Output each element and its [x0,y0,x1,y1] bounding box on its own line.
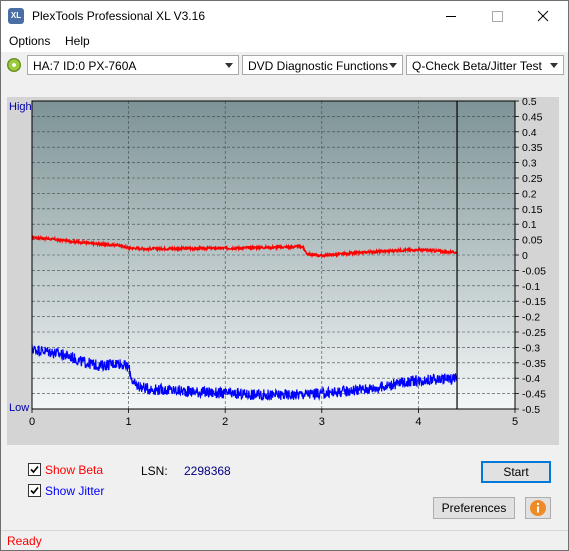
y-tick-label: -0.15 [522,296,546,308]
start-button[interactable]: Start [481,461,551,483]
maximize-icon [492,11,503,22]
close-button[interactable] [520,1,566,31]
y-axis-high-label: High [9,101,32,113]
status-text: Ready [7,534,42,548]
app-logo-icon: XL [8,8,24,24]
y-tick-label: -0.1 [522,281,540,293]
info-icon [530,500,546,516]
disc-drive-icon [7,58,21,72]
chevron-down-icon [550,63,558,68]
y-tick-label: 0.5 [522,97,537,108]
y-tick-label: -0.45 [522,389,546,401]
y-tick-label: 0.05 [522,235,543,247]
menu-options[interactable]: Options [9,34,50,48]
drive-select[interactable]: HA:7 ID:0 PX-760A [27,55,239,75]
main-window: XL PlexTools Professional XL V3.16 Optio… [0,0,569,551]
x-tick-label: 5 [512,416,518,428]
x-tick-label: 1 [126,416,132,428]
test-select[interactable]: Q-Check Beta/Jitter Test [406,55,564,75]
y-tick-label: 0.15 [522,204,543,216]
x-tick-label: 4 [415,416,421,428]
y-axis-low-label: Low [9,402,29,414]
function-select[interactable]: DVD Diagnostic Functions [242,55,403,75]
y-tick-label: 0.35 [522,142,543,154]
close-icon [537,10,549,22]
show-jitter-label[interactable]: Show Jitter [45,484,104,498]
checkmark-icon [30,486,39,495]
chevron-down-icon [389,63,397,68]
minimize-button[interactable] [428,1,474,31]
lsn-label: LSN: [141,464,168,478]
x-tick-label: 2 [222,416,228,428]
y-tick-label: 0.45 [522,111,543,123]
info-button[interactable] [525,497,551,519]
y-tick-label: 0.1 [522,219,537,231]
checkmark-icon [30,465,39,474]
lsn-value: 2298368 [184,464,231,478]
y-tick-label: -0.05 [522,265,546,277]
function-select-value: DVD Diagnostic Functions [248,59,389,73]
minimize-icon [446,16,456,17]
title-bar: XL PlexTools Professional XL V3.16 [1,1,568,31]
preferences-button-label: Preferences [441,501,507,515]
chart-panel: 0.5 0.45 0.4 0.35 0.3 0.25 0.2 0.15 0.1 0.05 0 -0.0… [7,97,559,445]
y-tick-label: -0.25 [522,327,546,339]
start-button-label: Start [503,465,529,479]
y-tick-label: 0.25 [522,173,543,185]
menu-bar: Options Help [1,31,568,52]
y-tick-label: 0 [522,250,528,262]
show-jitter-checkbox[interactable] [28,484,41,497]
y-tick-label: -0.5 [522,404,540,416]
menu-help[interactable]: Help [65,34,90,48]
maximize-button[interactable] [474,1,520,31]
drive-select-value: HA:7 ID:0 PX-760A [33,59,137,73]
y-tick-label: 0.2 [522,188,537,200]
status-bar: Ready [1,530,568,550]
control-panel: Show Beta Show Jitter LSN: 2298368 Start… [1,453,568,528]
y-tick-label: -0.35 [522,358,546,370]
toolbar: HA:7 ID:0 PX-760A DVD Diagnostic Functio… [1,53,568,79]
test-select-value: Q-Check Beta/Jitter Test [412,59,542,73]
x-tick-label: 3 [319,416,325,428]
y-tick-label: -0.4 [522,373,540,385]
y-tick-label: 0.3 [522,158,537,170]
y-tick-label: -0.2 [522,312,540,324]
show-beta-label[interactable]: Show Beta [45,463,103,477]
beta-jitter-chart: 0.5 0.45 0.4 0.35 0.3 0.25 0.2 0.15 0.1 0.05 0 -0.0… [9,97,546,428]
window-title: PlexTools Professional XL V3.16 [32,9,205,23]
chevron-down-icon [225,63,233,68]
y-tick-label: -0.3 [522,342,540,354]
app-logo-text: XL [10,11,22,20]
y-tick-label: 0.4 [522,127,537,139]
x-tick-label: 0 [29,416,35,428]
show-beta-checkbox[interactable] [28,463,41,476]
preferences-button[interactable]: Preferences [433,497,515,519]
